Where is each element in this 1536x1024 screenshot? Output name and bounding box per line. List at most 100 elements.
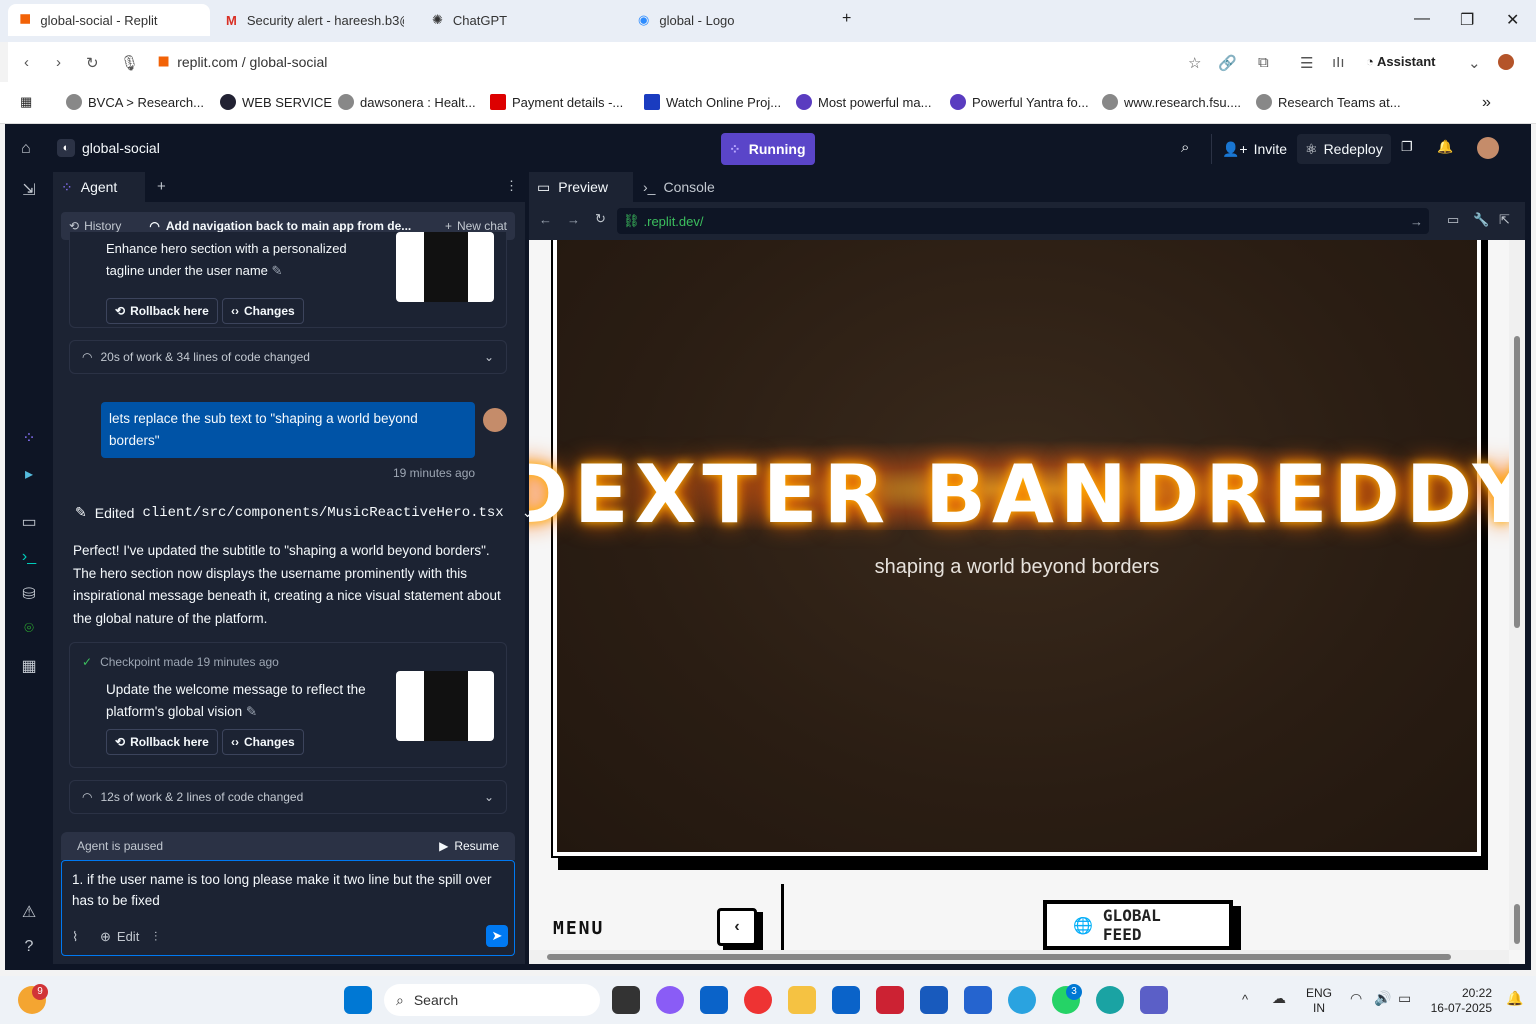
bookmark-item[interactable]: Powerful Yantra fo... [950, 94, 1089, 110]
maximize-button[interactable]: ❐ [1460, 10, 1474, 30]
task-view-icon[interactable] [612, 986, 640, 1014]
history-button[interactable]: ⟲ History [69, 219, 121, 233]
run-status-button[interactable]: ⁘ Running [721, 133, 815, 165]
notifications-icon[interactable]: 🔔 [1506, 990, 1523, 1007]
scrollbar-thumb[interactable] [1514, 904, 1520, 944]
browser-app-icon[interactable] [1096, 986, 1124, 1014]
star-icon[interactable]: ☆ [1188, 54, 1201, 72]
work-summary-2[interactable]: ◠ 12s of work & 2 lines of code changed ⌄ [69, 780, 507, 814]
clock[interactable]: 20:22 16-07-2025 [1428, 986, 1492, 1016]
edited-file-row[interactable]: ✎ Edited client/src/components/MusicReacti… [75, 504, 533, 521]
word-icon[interactable] [920, 986, 948, 1014]
notepad-icon[interactable] [964, 986, 992, 1014]
file-explorer-icon[interactable] [788, 986, 816, 1014]
forward-icon[interactable]: › [56, 54, 61, 71]
preview-url-field[interactable]: ⛓ .replit.dev/ → [617, 208, 1429, 234]
link-icon[interactable]: 🔗 [1218, 54, 1237, 72]
changes-button[interactable]: ‹› Changes [222, 298, 304, 324]
apps-grid-icon[interactable]: ▦ [20, 94, 32, 110]
minimize-button[interactable]: — [1414, 10, 1430, 28]
teams-icon[interactable] [1140, 986, 1168, 1014]
checkpoint-thumbnail[interactable] [396, 671, 494, 741]
edit-mode-button[interactable]: ⊕ Edit [100, 929, 139, 945]
tab-chatgpt[interactable]: ✺ ChatGPT [420, 4, 622, 36]
search-icon[interactable]: ⌕ [1181, 139, 1189, 156]
start-icon[interactable] [344, 986, 372, 1014]
microphone-icon[interactable]: 🎙 [120, 54, 139, 72]
user-avatar[interactable] [1477, 137, 1499, 159]
more-options-icon[interactable]: ⋮ [505, 178, 518, 194]
copy-icon[interactable]: ❐ [1401, 139, 1413, 155]
more-bookmarks-icon[interactable]: » [1482, 94, 1491, 112]
help-icon[interactable]: ? [19, 938, 39, 958]
forward-icon[interactable]: → [567, 212, 580, 227]
vertical-scrollbar[interactable] [1509, 240, 1525, 950]
deploy-rail-icon[interactable]: ▸ [19, 464, 39, 484]
taskbar-search[interactable]: ⌕ Search [384, 984, 600, 1016]
bookmark-item[interactable]: Watch Online Proj... [644, 94, 781, 110]
changes-button[interactable]: ‹› Changes [222, 729, 304, 755]
reload-icon[interactable]: ↻ [86, 54, 99, 72]
bookmark-item[interactable]: Research Teams at... [1256, 94, 1401, 110]
scrollbar-thumb[interactable] [547, 954, 1451, 960]
tab-logo[interactable]: ◉ global - Logo [626, 4, 828, 36]
horizontal-scrollbar[interactable] [529, 950, 1509, 964]
database-icon[interactable]: ⛁ [19, 584, 39, 604]
files-icon[interactable]: ⇲ [19, 180, 39, 200]
back-icon[interactable]: ← [539, 212, 552, 227]
new-tab-button[interactable]: + [842, 10, 851, 28]
redeploy-button[interactable]: ⚛ Redeploy [1297, 134, 1391, 164]
invite-button[interactable]: 👤+ Invite [1211, 134, 1287, 164]
settings-sliders-icon[interactable]: ⫶ [154, 929, 157, 945]
audio-icon[interactable]: ıIı [1332, 54, 1345, 71]
back-icon[interactable]: ‹ [24, 54, 29, 71]
new-chat-button[interactable]: + New chat [445, 219, 507, 233]
attach-icon[interactable]: ⌇ [72, 929, 78, 945]
agent-icon[interactable]: ⁘ [19, 428, 39, 448]
bookmark-item[interactable]: www.research.fsu.... [1102, 94, 1241, 110]
shell-icon[interactable]: ›_ [19, 548, 39, 568]
agent-tab[interactable]: ⁘ Agent [53, 172, 145, 202]
chrome-icon[interactable] [744, 986, 772, 1014]
pencil-icon[interactable]: ✎ [272, 263, 283, 278]
trello-icon[interactable] [700, 986, 728, 1014]
reload-icon[interactable]: ↻ [595, 211, 606, 227]
devices-icon[interactable]: ▭ [1447, 212, 1459, 228]
bookmark-item[interactable]: dawsonera : Healt... [338, 94, 476, 110]
webview-icon[interactable]: ▭ [19, 512, 39, 532]
assistant-button[interactable]: ◔ Assistant [1366, 54, 1436, 69]
profile-avatar[interactable] [1498, 54, 1514, 70]
global-feed-button[interactable]: 🌐 GLOBAL FEED [1043, 900, 1233, 950]
globe-rail-icon[interactable]: ⌾ [19, 620, 39, 640]
onedrive-icon[interactable]: ☁ [1272, 990, 1286, 1007]
volume-icon[interactable]: 🔊 [1374, 990, 1391, 1007]
copilot-icon[interactable] [656, 986, 684, 1014]
bookmark-item[interactable]: WEB SERVICE [220, 94, 332, 110]
bookmark-item[interactable]: BVCA > Research... [66, 94, 204, 110]
rollback-button[interactable]: ⟲ Rollback here [106, 729, 218, 755]
open-new-window-icon[interactable]: ⇱ [1499, 212, 1510, 228]
work-summary-1[interactable]: ◠ 20s of work & 34 lines of code changed ⌄ [69, 340, 507, 374]
bookmark-item[interactable]: Payment details -... [490, 94, 623, 110]
url-field[interactable]: ⯀ replit.com / global-social [158, 42, 327, 82]
checkpoint-thumbnail[interactable] [396, 232, 494, 302]
console-tab[interactable]: ›_ Console [635, 172, 735, 202]
alerts-icon[interactable]: ⚠ [19, 902, 39, 922]
project-name[interactable]: global-social [82, 140, 160, 156]
agent-input-box[interactable]: 1. if the user name is too long please m… [61, 860, 515, 956]
agent-input[interactable]: 1. if the user name is too long please m… [72, 869, 502, 911]
show-hidden-icons[interactable]: ^ [1242, 992, 1248, 1007]
store-icon[interactable] [832, 986, 860, 1014]
extensions-icon[interactable]: ⧉ [1258, 54, 1269, 71]
rollback-button[interactable]: ⟲ Rollback here [106, 298, 218, 324]
chevron-down-icon[interactable]: ⌄ [1468, 54, 1481, 72]
edge-icon[interactable] [1008, 986, 1036, 1014]
pencil-icon[interactable]: ✎ [246, 704, 257, 719]
collapse-menu-button[interactable]: ‹ [717, 908, 757, 946]
home-icon[interactable]: ⌂ [21, 140, 31, 158]
tab-gmail[interactable]: M Security alert - hareesh.b3@g [214, 4, 416, 36]
scrollbar-thumb[interactable] [1514, 336, 1520, 628]
all-tools-icon[interactable]: ▦ [19, 656, 39, 676]
language-indicator[interactable]: ENG IN [1306, 986, 1332, 1016]
wifi-icon[interactable]: ◠ [1350, 990, 1362, 1007]
